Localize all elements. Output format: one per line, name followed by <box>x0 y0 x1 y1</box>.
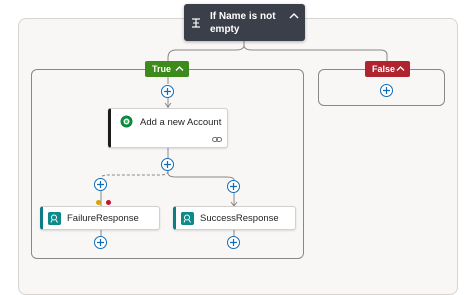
plus-icon <box>383 87 390 94</box>
insert-step-button[interactable] <box>161 85 174 98</box>
run-after-timed-out-icon <box>96 200 101 205</box>
insert-step-button-false[interactable] <box>380 84 393 97</box>
chevron-up-icon <box>396 66 405 71</box>
condition-icon <box>192 18 200 28</box>
connector-false <box>243 44 388 61</box>
insert-step-button[interactable] <box>161 158 174 171</box>
false-label-text: False <box>372 64 396 74</box>
connector-success <box>167 171 235 181</box>
insert-step-button[interactable] <box>94 236 107 249</box>
collapse-chevron-icon[interactable] <box>289 12 299 20</box>
flow-designer-canvas: If Name is not empty True False Add a ne… <box>0 0 474 295</box>
true-label-text: True <box>152 64 172 74</box>
plus-icon <box>164 88 171 95</box>
plus-icon <box>164 161 171 168</box>
action-title: Add a new Account <box>140 117 222 128</box>
connector-lines <box>100 41 388 236</box>
plus-icon <box>97 239 104 246</box>
dataverse-icon <box>120 115 133 128</box>
run-after-failed-icon <box>106 200 111 205</box>
action-title: SuccessResponse <box>200 213 279 224</box>
plus-icon <box>230 183 237 190</box>
connector-true <box>167 41 245 61</box>
action-title: FailureResponse <box>67 213 139 224</box>
connection-link-icon <box>212 137 222 142</box>
failure-response-card[interactable]: FailureResponse <box>40 206 160 230</box>
true-branch-label[interactable]: True <box>145 61 189 77</box>
response-icon <box>48 212 61 225</box>
success-response-card[interactable]: SuccessResponse <box>173 206 296 230</box>
insert-step-button[interactable] <box>94 178 107 191</box>
chevron-up-icon <box>175 66 184 71</box>
response-icon <box>181 212 194 225</box>
connector-failure-dashed <box>100 170 169 179</box>
plus-icon <box>97 181 104 188</box>
condition-card[interactable]: If Name is not empty <box>184 4 305 41</box>
condition-title: If Name is not empty <box>210 11 276 35</box>
add-account-action-card[interactable]: Add a new Account <box>108 108 228 148</box>
plus-icon <box>230 239 237 246</box>
false-branch-label[interactable]: False <box>365 61 410 77</box>
insert-step-button[interactable] <box>227 180 240 193</box>
insert-step-button[interactable] <box>227 236 240 249</box>
